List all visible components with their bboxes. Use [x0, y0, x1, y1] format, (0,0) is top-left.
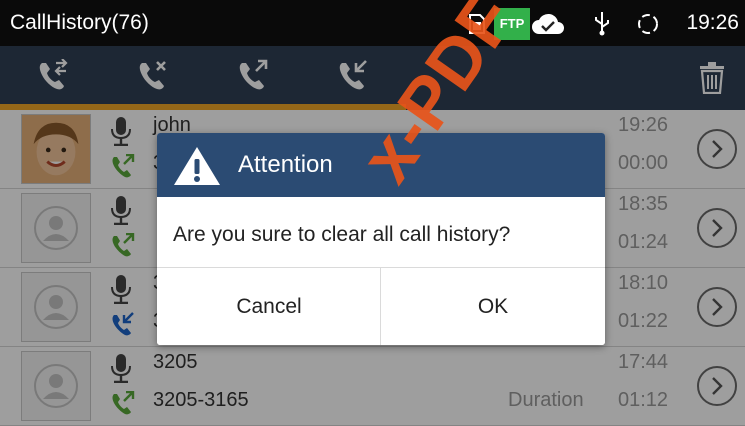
sync-icon: [638, 14, 658, 34]
cancel-button[interactable]: Cancel: [157, 268, 381, 345]
ftp-label: FTP: [499, 16, 525, 31]
ok-button[interactable]: OK: [381, 268, 605, 345]
dialog-title: Attention: [238, 151, 333, 178]
clock: 19:26: [686, 11, 739, 34]
ftp-icon: FTP: [494, 8, 530, 40]
dialog-actions: Cancel OK: [157, 267, 605, 345]
warning-icon: [174, 147, 220, 185]
confirm-dialog: Attention Are you sure to clear all call…: [157, 133, 605, 345]
status-bar: CallHistory(76) FTP 19:26: [0, 0, 745, 46]
dialog-message: Are you sure to clear all call history?: [173, 223, 511, 246]
app-title: CallHistory(76): [10, 11, 149, 34]
dialog-header: Attention: [157, 133, 605, 197]
cloud-check-icon: [532, 13, 564, 35]
usb-icon: [595, 12, 609, 36]
sim-card-icon: [469, 14, 485, 34]
